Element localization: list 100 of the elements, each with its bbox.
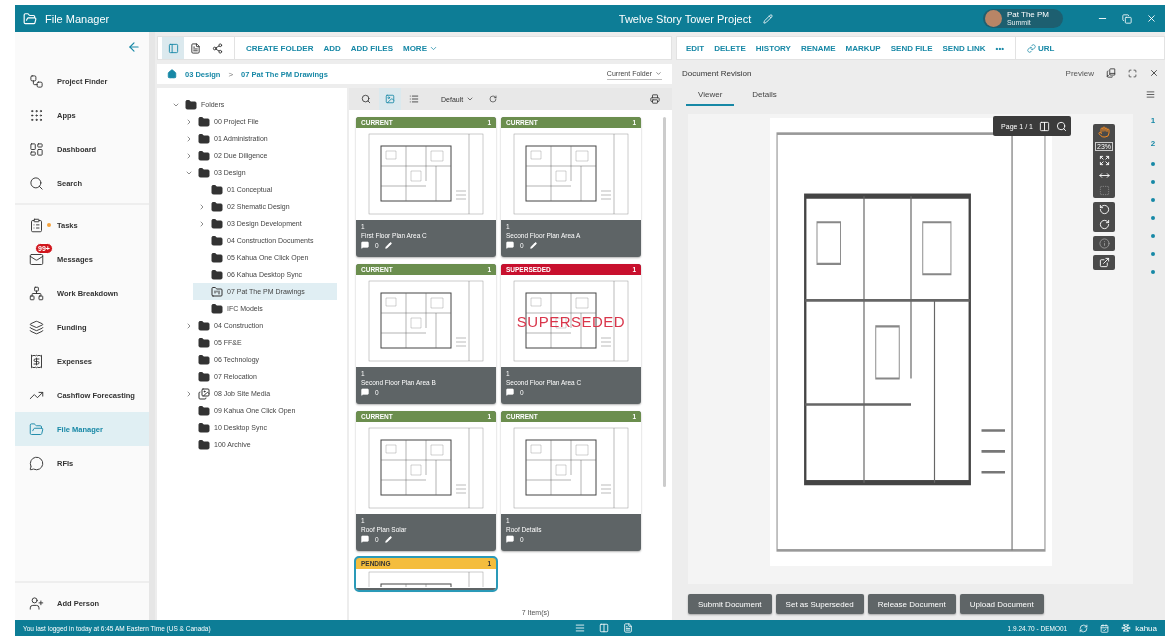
close-button[interactable] [1146,13,1157,24]
folder-icon [198,319,210,332]
folder-icon [185,98,197,111]
folder-icon [211,200,223,213]
folder-icon [23,11,37,26]
expand-caret-icon[interactable] [185,151,193,160]
fit-page-icon[interactable] [1098,155,1110,166]
close-icon[interactable] [1149,68,1159,78]
receipt-icon [28,353,44,369]
open-external-button[interactable] [1093,255,1115,270]
restore-button[interactable] [1122,13,1132,24]
comment-icon [361,388,369,396]
panel-title: Document Revision [682,68,752,78]
expand-caret-icon[interactable] [185,134,193,143]
back-arrow-icon[interactable] [127,40,141,54]
add-user-icon [28,595,44,611]
toolbar-action[interactable]: ADD [318,43,346,53]
expand-caret-icon[interactable] [198,219,206,228]
hierarchy-icon [28,285,44,301]
toolbar-action[interactable]: MARKUP [840,43,886,53]
brand-name: kahua [1135,623,1157,633]
folder-icon [198,149,210,162]
page-number[interactable]: 2 [1150,139,1156,148]
toolbar-action[interactable]: EDIT [681,43,710,53]
pan-hand-icon[interactable] [1098,126,1110,138]
tab[interactable]: Viewer [686,86,735,106]
fit-width-icon[interactable] [1098,170,1110,181]
menu-icon[interactable] [1146,90,1155,99]
folder-icon [211,234,223,247]
folder-icon [198,421,210,434]
caret-icon [466,95,475,103]
page-dot-icon[interactable] [1151,216,1155,220]
page-icon[interactable] [1106,68,1116,78]
toolbar-action[interactable]: RENAME [795,43,841,53]
more-menu[interactable]: MORE [398,43,443,53]
action-button[interactable]: Submit Document [688,594,772,614]
action-button[interactable]: Upload Document [959,594,1044,614]
expand-caret-icon[interactable] [185,117,193,126]
url-link[interactable]: URL [1022,43,1060,53]
page-number[interactable]: 1 [1150,116,1156,125]
page-dot-icon[interactable] [1151,270,1155,274]
clipboard-icon [28,217,44,233]
edit-icon[interactable] [529,241,537,249]
document-layout-icon[interactable] [623,623,634,633]
edit-icon[interactable] [384,241,392,249]
list-layout-icon[interactable] [575,623,586,633]
app-title: File Manager [45,12,110,25]
action-button[interactable]: Set as Superseded [775,594,864,614]
expand-caret-icon[interactable] [185,389,193,398]
comment-icon [361,241,369,249]
info-button[interactable] [1093,236,1115,251]
sync-icon[interactable] [1079,623,1089,633]
toolbar-action[interactable]: DELETE [709,43,751,53]
comment-icon [361,535,369,543]
fullscreen-icon[interactable] [1128,68,1137,78]
page-dot-icon[interactable] [1151,180,1155,184]
calendar-icon[interactable] [1100,623,1110,633]
home-icon[interactable] [167,69,177,79]
layers-icon [28,319,44,335]
expand-caret-icon[interactable] [185,321,193,330]
search-icon[interactable] [1056,120,1067,132]
info-icon [1098,238,1110,249]
breadcrumb-separator: > [228,69,234,79]
toolbar-action[interactable]: SEND LINK [937,43,991,53]
restore-icon [1122,13,1132,24]
branch-icon [28,73,44,89]
toolbar-action[interactable]: ADD FILES [345,43,398,53]
chat-icon [28,455,44,471]
toolbar-action[interactable]: HISTORY [750,43,796,53]
folder-icon [198,132,210,145]
page-dot-icon[interactable] [1151,198,1155,202]
thumbnail-view-button[interactable] [379,88,401,110]
folder-icon [198,336,210,349]
preview-label: Preview [1065,68,1094,78]
fit-width-icon[interactable] [1039,120,1050,132]
page-dot-icon[interactable] [1151,252,1155,256]
external-link-icon [1098,257,1110,268]
rotate-right-icon[interactable] [1098,219,1110,230]
avatar [984,10,1002,27]
toolbar-action[interactable]: SEND FILE [885,43,938,53]
columns-layout-icon[interactable] [599,623,610,633]
panel-view-button[interactable] [162,37,184,59]
toolbar-action[interactable]: CREATE FOLDER [241,43,319,53]
folder-icon [198,438,210,451]
edit-icon[interactable] [384,535,392,543]
tab[interactable]: Details [740,86,789,106]
page-dot-icon[interactable] [1151,162,1155,166]
folder-icon [211,285,223,298]
action-button[interactable]: Release Document [867,594,956,614]
link-icon [1027,43,1036,53]
rotate-left-icon[interactable] [1098,204,1110,215]
page-dot-icon[interactable] [1151,234,1155,238]
caret-icon [655,69,662,77]
expand-caret-icon[interactable] [198,202,206,211]
search-icon [361,94,371,104]
edit-icon[interactable] [763,13,774,24]
folder-icon [198,166,210,179]
overflow-menu[interactable]: ••• [990,43,1009,53]
folder-icon [211,251,223,264]
refresh-icon [489,95,498,103]
